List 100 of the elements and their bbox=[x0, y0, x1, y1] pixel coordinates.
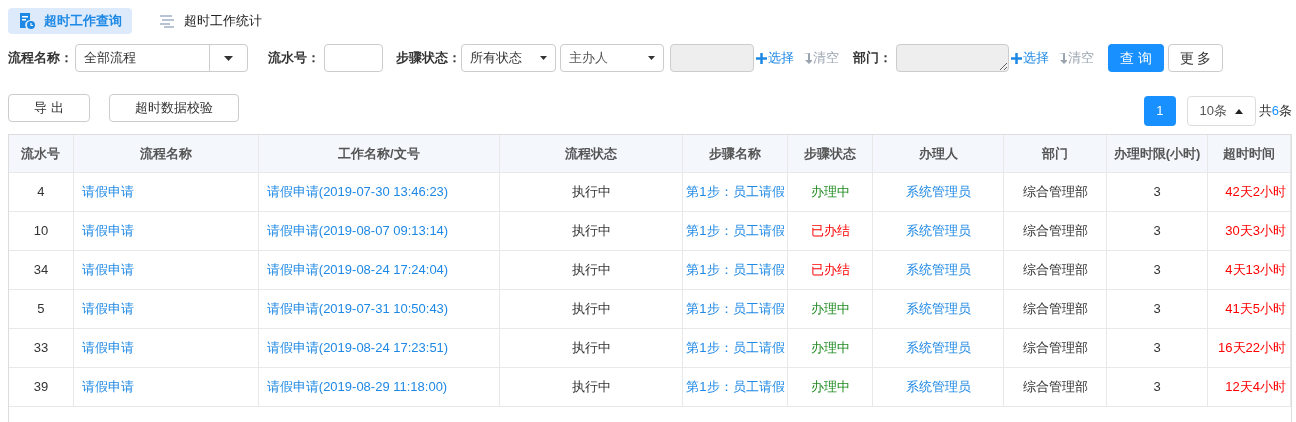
step-status-cell-text: 办理中 bbox=[810, 339, 850, 358]
limit-cell-text: 3 bbox=[1153, 222, 1161, 241]
department-cell-text: 综合管理部 bbox=[1022, 300, 1088, 319]
handler-link[interactable]: 系统管理员 bbox=[905, 182, 971, 202]
step-status-cell-text: 已办结 bbox=[810, 261, 850, 280]
department-cell-text: 综合管理部 bbox=[1022, 339, 1088, 358]
step-status-cell-text: 已办结 bbox=[810, 222, 850, 241]
column-header: 工作名称/文号 bbox=[258, 135, 500, 172]
field-label: 部门： bbox=[853, 49, 892, 68]
page-button[interactable]: 1 bbox=[1143, 96, 1176, 126]
department-input[interactable] bbox=[896, 44, 1009, 72]
step-link[interactable]: 第1步：员工请假 bbox=[686, 299, 785, 319]
caret-up-icon bbox=[1235, 108, 1243, 114]
field-label: 流水号： bbox=[268, 49, 320, 68]
flow-link[interactable]: 请假申请 bbox=[77, 299, 134, 319]
limit-cell-text: 3 bbox=[1153, 300, 1161, 319]
column-header: 流程状态 bbox=[499, 135, 684, 172]
handler-input[interactable] bbox=[670, 44, 754, 72]
step-link[interactable]: 第1步：员工请假 bbox=[686, 338, 785, 358]
column-header: 超时时间 bbox=[1208, 135, 1291, 172]
handler-dropdown[interactable]: 主办人 bbox=[560, 44, 664, 72]
flow-link[interactable]: 请假申请 bbox=[77, 182, 134, 202]
status-cell-text: 执行中 bbox=[571, 378, 611, 397]
step-link[interactable]: 第1步：员工请假 bbox=[686, 221, 785, 241]
serial-cell-text: 34 bbox=[33, 261, 49, 280]
work-link[interactable]: 请假申请(2019-07-31 10:50:43) bbox=[262, 299, 449, 319]
department-cell-text: 综合管理部 bbox=[1022, 222, 1088, 241]
column-header: 部门 bbox=[1004, 135, 1108, 172]
limit-cell-text: 3 bbox=[1153, 183, 1161, 202]
handler-link[interactable]: 系统管理员 bbox=[905, 377, 971, 397]
work-link[interactable]: 请假申请(2019-08-07 09:13:14) bbox=[262, 221, 449, 241]
serial-cell-text: 39 bbox=[33, 378, 49, 397]
serial-cell-text: 10 bbox=[33, 222, 49, 241]
handler-link[interactable]: 系统管理员 bbox=[905, 260, 971, 280]
serial-cell-text: 5 bbox=[37, 300, 45, 319]
more-button[interactable]: 更 多 bbox=[1168, 44, 1223, 72]
limit-cell-text: 3 bbox=[1153, 339, 1161, 358]
export-button[interactable]: 导 出 bbox=[8, 94, 90, 122]
field-label: 流程名称： bbox=[8, 49, 73, 68]
overtime-cell-text: 12天4小时 bbox=[1225, 378, 1287, 397]
status-dropdown[interactable]: 所有状态 bbox=[461, 44, 556, 72]
column-header: 步骤状态 bbox=[788, 135, 874, 172]
serial-cell-text: 4 bbox=[37, 183, 45, 202]
status-cell-text: 执行中 bbox=[571, 183, 611, 202]
work-link[interactable]: 请假申请(2019-07-30 13:46:23) bbox=[262, 182, 449, 202]
limit-cell-text: 3 bbox=[1153, 378, 1161, 397]
column-header: 办理人 bbox=[873, 135, 1005, 172]
clear-link[interactable]: 清空 bbox=[1057, 48, 1094, 68]
flow-link[interactable]: 请假申请 bbox=[77, 221, 134, 241]
flow-link[interactable]: 请假申请 bbox=[77, 338, 134, 358]
handler-link[interactable]: 系统管理员 bbox=[905, 338, 971, 358]
clear-link[interactable]: 清空 bbox=[802, 48, 839, 68]
limit-cell-text: 3 bbox=[1153, 261, 1161, 280]
tab[interactable]: 超时工作查询 bbox=[8, 8, 132, 34]
department-cell-text: 综合管理部 bbox=[1022, 183, 1088, 202]
overtime-cell-text: 4天13小时 bbox=[1225, 261, 1287, 280]
caret-icon bbox=[540, 55, 547, 61]
field-label: 步骤状态： bbox=[396, 49, 461, 68]
serial-input[interactable] bbox=[324, 44, 383, 72]
flow-link[interactable]: 请假申请 bbox=[77, 377, 134, 397]
handler-link[interactable]: 系统管理员 bbox=[905, 221, 971, 241]
plus-icon bbox=[1011, 52, 1022, 64]
overtime-cell-text: 42天2小时 bbox=[1225, 183, 1287, 202]
status-cell-text: 执行中 bbox=[571, 222, 611, 241]
column-header: 办理时限(小时) bbox=[1107, 135, 1209, 172]
overtime-cell-text: 16天22小时 bbox=[1218, 339, 1287, 358]
page-size-dropdown[interactable]: 10条 bbox=[1186, 96, 1256, 126]
status-cell-text: 执行中 bbox=[571, 300, 611, 319]
select-link[interactable]: 选择 bbox=[756, 48, 794, 68]
step-link[interactable]: 第1步：员工请假 bbox=[686, 182, 785, 202]
caret-icon bbox=[224, 55, 233, 61]
status-cell-text: 执行中 bbox=[571, 261, 611, 280]
query-button[interactable]: 查 询 bbox=[1108, 44, 1164, 72]
step-status-cell-text: 办理中 bbox=[810, 183, 850, 202]
work-link[interactable]: 请假申请(2019-08-24 17:24:04) bbox=[262, 260, 449, 280]
lines-icon bbox=[158, 13, 176, 29]
column-header: 流水号 bbox=[9, 135, 74, 172]
department-cell-text: 综合管理部 bbox=[1022, 261, 1088, 280]
department-cell-text: 综合管理部 bbox=[1022, 378, 1088, 397]
document-clock-icon bbox=[18, 12, 36, 30]
overtime-cell-text: 41天5小时 bbox=[1225, 300, 1287, 319]
overtime-cell-text: 30天3小时 bbox=[1225, 222, 1287, 241]
column-header: 流程名称 bbox=[73, 135, 259, 172]
status-cell-text: 执行中 bbox=[571, 339, 611, 358]
column-header: 步骤名称 bbox=[683, 135, 789, 172]
step-link[interactable]: 第1步：员工请假 bbox=[686, 260, 785, 280]
plus-icon bbox=[756, 52, 767, 64]
work-link[interactable]: 请假申请(2019-08-29 11:18:00) bbox=[262, 377, 448, 397]
total-count: 共6条 bbox=[1258, 102, 1292, 121]
handler-link[interactable]: 系统管理员 bbox=[905, 299, 971, 319]
step-status-cell-text: 办理中 bbox=[810, 378, 850, 397]
serial-cell-text: 33 bbox=[33, 339, 49, 358]
verify-button[interactable]: 超时数据校验 bbox=[109, 94, 239, 122]
flow-name-dropdown[interactable]: 全部流程 bbox=[75, 44, 248, 72]
select-link[interactable]: 选择 bbox=[1011, 48, 1049, 68]
step-link[interactable]: 第1步：员工请假 bbox=[686, 377, 785, 397]
caret-icon bbox=[648, 55, 655, 61]
work-link[interactable]: 请假申请(2019-08-24 17:23:51) bbox=[262, 338, 449, 358]
tab[interactable]: 超时工作统计 bbox=[148, 8, 272, 34]
flow-link[interactable]: 请假申请 bbox=[77, 260, 134, 280]
